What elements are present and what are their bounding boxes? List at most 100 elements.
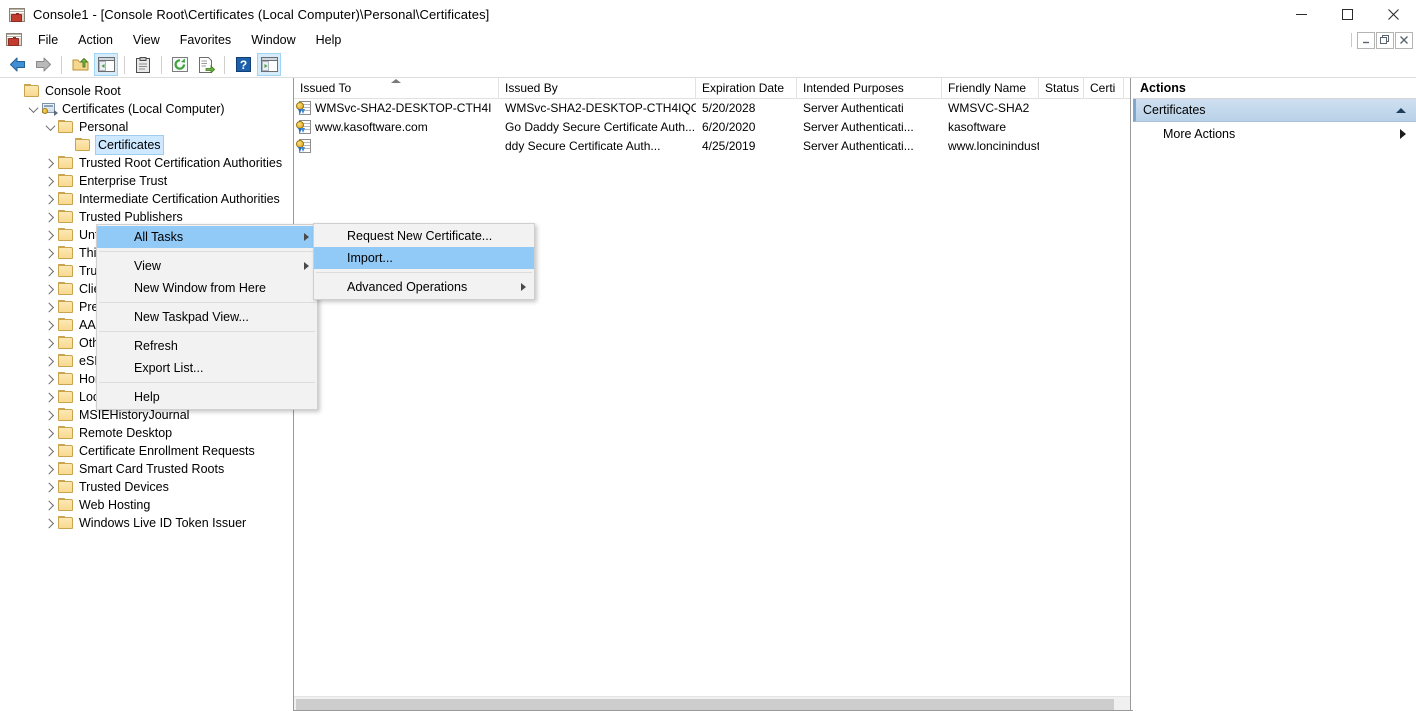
context-submenu-all-tasks[interactable]: Request New Certificate... Import... Advan… [313,223,535,300]
chevron-right-icon[interactable] [42,353,58,369]
show-hide-console-tree-button[interactable] [94,53,118,76]
column-header[interactable]: Certi [1084,78,1124,99]
tree-item[interactable]: Trusted Devices [0,478,291,496]
chevron-right-icon[interactable] [42,497,58,513]
actions-group-certificates[interactable]: Certificates [1133,99,1416,122]
chevron-right-icon[interactable] [42,227,58,243]
workspace: Console Root Certificates (Local Computer… [0,78,1416,711]
back-button[interactable] [5,53,29,76]
list-horizontal-scrollbar[interactable] [294,696,1130,711]
column-header[interactable]: Expiration Date [696,78,797,99]
chevron-right-icon[interactable] [42,281,58,297]
chevron-right-icon[interactable] [42,371,58,387]
folder-icon [58,390,74,404]
chevron-right-icon[interactable] [42,173,58,189]
context-menu-item[interactable]: View [97,255,317,277]
folder-icon [58,426,74,440]
table-row[interactable]: www.kasoftware.com Go Daddy Secure Certif… [294,118,1130,137]
tree-item[interactable]: Certificates (Local Computer) [0,100,291,118]
folder-icon [58,174,74,188]
column-header[interactable]: Status [1039,78,1084,99]
context-menu-item-label: New Window from Here [134,281,266,295]
chevron-right-icon[interactable] [42,335,58,351]
chevron-right-icon[interactable] [42,245,58,261]
context-menu-item[interactable]: Help [97,386,317,408]
refresh-button[interactable] [168,53,192,76]
tree-item[interactable]: Windows Live ID Token Issuer [0,514,291,532]
export-list-button[interactable] [194,53,218,76]
column-header[interactable]: Intended Purposes [797,78,942,99]
action-more-actions[interactable]: More Actions [1133,122,1416,146]
context-menu-item[interactable]: All Tasks [97,226,317,248]
context-menu-item[interactable]: New Window from Here [97,277,317,299]
column-header[interactable]: Friendly Name [942,78,1039,99]
show-action-pane-button[interactable] [257,53,281,76]
tree-item[interactable]: Console Root [0,82,291,100]
chevron-right-icon[interactable] [42,461,58,477]
folder-icon [58,264,74,278]
window-maximize-button[interactable] [1324,0,1370,29]
tree-item[interactable]: Personal [0,118,291,136]
window-close-button[interactable] [1370,0,1416,29]
menu-file[interactable]: File [28,30,68,50]
forward-arrow-icon [35,57,51,72]
table-cell: WMSVC-SHA2 [942,99,1039,118]
context-menu-item[interactable]: Advanced Operations [314,276,534,298]
chevron-up-icon[interactable] [1396,107,1406,113]
tree-item[interactable]: Intermediate Certification Authorities [0,190,291,208]
up-one-level-button[interactable] [68,53,92,76]
context-menu-item[interactable]: New Taskpad View... [97,306,317,328]
tree-item[interactable]: Enterprise Trust [0,172,291,190]
chevron-down-icon[interactable] [42,119,58,135]
chevron-right-icon[interactable] [42,425,58,441]
list-horizontal-scrollbar-thumb[interactable] [296,699,1114,710]
help-button[interactable]: ? [231,53,255,76]
menu-favorites[interactable]: Favorites [170,30,241,50]
context-menu-item[interactable]: Import... [314,247,534,269]
tree-item[interactable]: Smart Card Trusted Roots [0,460,291,478]
chevron-right-icon[interactable] [42,155,58,171]
chevron-right-icon[interactable] [42,443,58,459]
column-header[interactable]: Issued To [294,78,499,99]
table-cell: ddy Secure Certificate Auth... [499,137,696,156]
tree-item[interactable]: Certificate Enrollment Requests [0,442,291,460]
column-header-label: Issued To [300,81,352,95]
chevron-right-icon[interactable] [42,209,58,225]
tree-item[interactable]: Web Hosting [0,496,291,514]
chevron-right-icon[interactable] [42,299,58,315]
column-header[interactable]: Issued By [499,78,696,99]
context-menu-item[interactable]: Export List... [97,357,317,379]
menu-view[interactable]: View [123,30,170,50]
tree-item[interactable]: Remote Desktop [0,424,291,442]
table-row[interactable]: ddy Secure Certificate Auth... 4/25/2019 S… [294,137,1130,156]
chevron-right-icon[interactable] [42,515,58,531]
chevron-right-icon[interactable] [42,389,58,405]
chevron-right-icon[interactable] [42,317,58,333]
chevron-right-icon[interactable] [42,479,58,495]
table-cell: Go Daddy Secure Certificate Auth... [499,118,696,137]
cell-text: 4/25/2019 [702,139,756,153]
tree-item[interactable]: Certificates [0,135,291,155]
mdi-restore-button[interactable] [1376,31,1394,49]
folder-icon [58,246,74,260]
tree-item[interactable]: Trusted Root Certification Authorities [0,154,291,172]
cell-text: Go Daddy Secure Certificate Auth... [505,120,696,134]
certificates-list-body: WMSvc-SHA2-DESKTOP-CTH4I WMSvc-SHA2-DESKT… [294,99,1130,156]
context-menu-item[interactable]: Request New Certificate... [314,225,534,247]
menu-window[interactable]: Window [241,30,305,50]
chevron-right-icon[interactable] [42,191,58,207]
mdi-close-button[interactable] [1395,31,1413,49]
menu-action[interactable]: Action [68,30,123,50]
table-row[interactable]: WMSvc-SHA2-DESKTOP-CTH4I WMSvc-SHA2-DESKT… [294,99,1130,118]
chevron-right-icon[interactable] [42,263,58,279]
chevron-right-icon[interactable] [42,407,58,423]
window-minimize-button[interactable] [1278,0,1324,29]
context-menu-item[interactable]: Refresh [97,335,317,357]
properties-button[interactable] [131,53,155,76]
chevron-down-icon[interactable] [25,101,41,117]
toolbar-separator [124,55,125,74]
mdi-minimize-button[interactable] [1357,31,1375,49]
context-menu-all-tasks-parent[interactable]: All Tasks View New Window from Here New Tas… [96,224,318,410]
forward-button[interactable] [31,53,55,76]
menu-help[interactable]: Help [306,30,352,50]
